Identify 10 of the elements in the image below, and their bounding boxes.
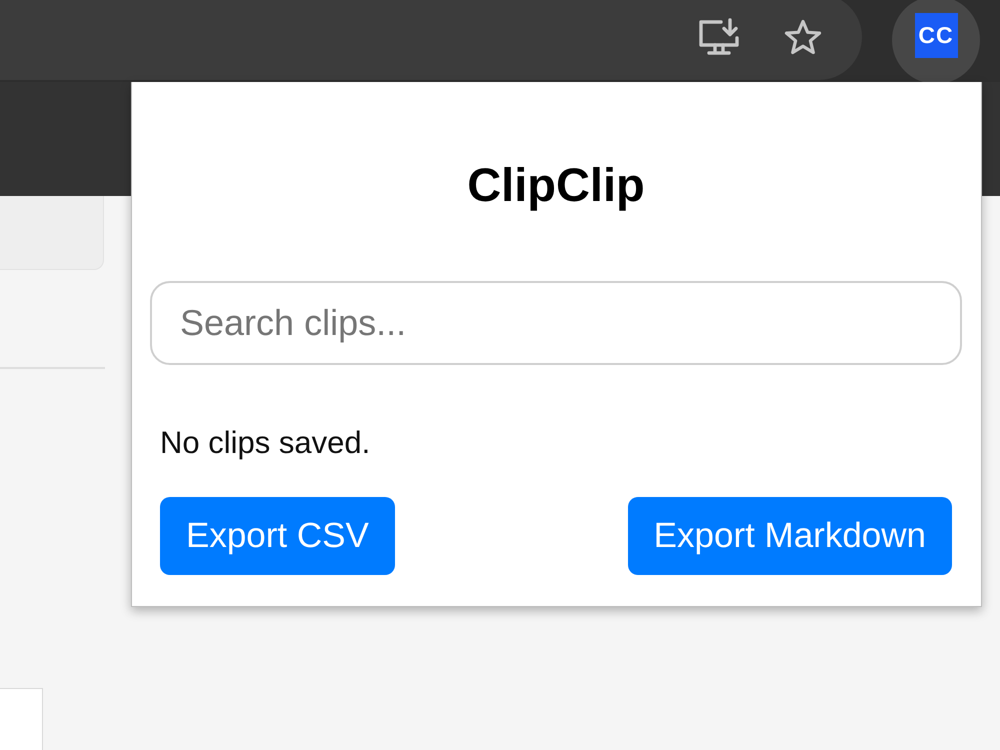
export-button[interactable]: Export CSV (160, 497, 395, 575)
extension-button[interactable]: CC (892, 0, 980, 84)
empty-message: No clips saved. (159, 425, 372, 461)
extension-logo: CC (914, 12, 958, 58)
monitor-download-icon[interactable] (697, 18, 741, 56)
star-icon[interactable] (784, 19, 822, 55)
search-field[interactable]: Search clips... (150, 281, 962, 365)
export-button[interactable]: Export Markdown (628, 497, 952, 575)
popup-title: ClipClip (466, 158, 646, 212)
page-panel (0, 688, 43, 750)
